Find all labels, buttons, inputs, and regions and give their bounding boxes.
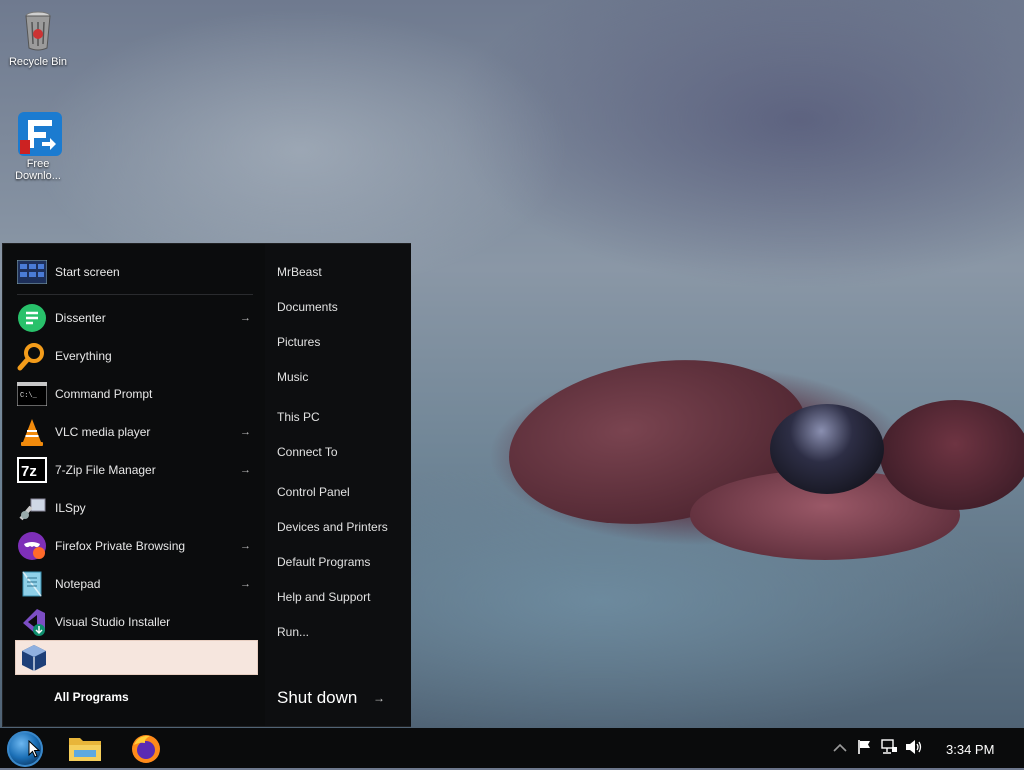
place-link-music[interactable]: Music [277,370,308,384]
place-link-connect-to[interactable]: Connect To [277,445,338,459]
place-link-devices-printers[interactable]: Devices and Printers [277,520,388,534]
program-item-vlc[interactable]: VLC media player → [9,413,261,451]
wallpaper-water-drop [770,404,884,494]
place-link-documents[interactable]: Documents [277,300,338,314]
network-icon[interactable] [880,739,898,758]
menu-separator [17,294,253,295]
flag-icon[interactable] [857,739,873,758]
program-item-selected[interactable] [15,640,258,675]
place-link-this-pc[interactable]: This PC [277,410,320,424]
file-explorer-icon[interactable] [68,733,102,763]
program-item-dissenter[interactable]: Dissenter → [9,299,261,337]
program-item-command-prompt[interactable]: C:\_ Command Prompt [9,375,261,413]
7zip-icon: 7z [17,455,47,485]
dissenter-icon [17,303,47,333]
program-label: Visual Studio Installer [55,615,171,629]
submenu-arrow-icon: → [240,464,251,476]
volume-icon[interactable] [905,739,923,758]
visual-studio-installer-icon [17,607,47,637]
shutdown-button[interactable]: Shut down [277,688,357,708]
desktop-icon-label: Recycle Bin [8,56,68,68]
firefox-private-icon [17,531,47,561]
taskbar-clock[interactable]: 3:34 PM [946,742,994,757]
place-link-user[interactable]: MrBeast [277,265,322,279]
program-item-7zip[interactable]: 7z 7-Zip File Manager → [9,451,261,489]
svg-text:7z: 7z [21,463,37,480]
program-label: 7-Zip File Manager [55,463,156,477]
svg-text:C:\_: C:\_ [20,392,38,400]
submenu-arrow-icon: → [240,540,251,552]
mouse-cursor-icon [28,739,41,763]
desktop-icon-recycle-bin[interactable]: Recycle Bin [6,8,70,68]
program-item-firefox-private[interactable]: Firefox Private Browsing → [9,527,261,565]
program-label: VLC media player [55,425,151,439]
place-link-help-support[interactable]: Help and Support [277,590,370,604]
program-item-visual-studio-installer[interactable]: Visual Studio Installer [9,603,261,641]
command-prompt-icon: C:\_ [17,379,47,409]
start-menu-places: MrBeast Documents Pictures Music This PC… [265,244,411,726]
start-screen-label: Start screen [55,265,120,279]
everything-search-icon [17,341,47,371]
program-item-ilspy[interactable]: ILSpy [9,489,261,527]
start-menu-programs: Start screen Dissenter → Everything C:\_… [9,252,261,641]
desktop-icon-free-download[interactable]: Free Downlo... [6,110,70,182]
place-link-control-panel[interactable]: Control Panel [277,485,350,499]
vlc-icon [17,417,47,447]
place-link-pictures[interactable]: Pictures [277,335,320,349]
submenu-arrow-icon: → [240,312,251,324]
firefox-icon[interactable] [130,733,164,763]
place-link-default-programs[interactable]: Default Programs [277,555,370,569]
notepad-icon [17,569,47,599]
place-link-run[interactable]: Run... [277,625,309,639]
start-menu: Start screen Dissenter → Everything C:\_… [2,243,411,727]
program-item-notepad[interactable]: Notepad → [9,565,261,603]
program-label: Command Prompt [55,387,153,401]
program-label: Notepad [55,577,101,591]
ilspy-icon [17,493,47,523]
submenu-arrow-icon: → [240,426,251,438]
program-label: Everything [55,349,112,363]
program-item-everything[interactable]: Everything [9,337,261,375]
program-label: Firefox Private Browsing [55,539,186,553]
free-download-manager-icon [16,110,62,156]
chevron-up-icon[interactable] [833,740,847,755]
virtualbox-icon [19,643,49,673]
program-label: ILSpy [55,501,86,515]
desktop-icon-label: Free Downlo... [15,158,61,182]
shutdown-options-arrow-icon[interactable]: → [373,691,385,705]
submenu-arrow-icon: → [240,578,251,590]
start-screen-icon [17,257,47,287]
wallpaper-petal [880,400,1024,510]
start-screen-item[interactable]: Start screen [9,252,261,292]
all-programs-button[interactable]: All Programs [54,690,129,704]
program-label: Dissenter [55,311,106,325]
recycle-bin-icon [16,8,60,52]
